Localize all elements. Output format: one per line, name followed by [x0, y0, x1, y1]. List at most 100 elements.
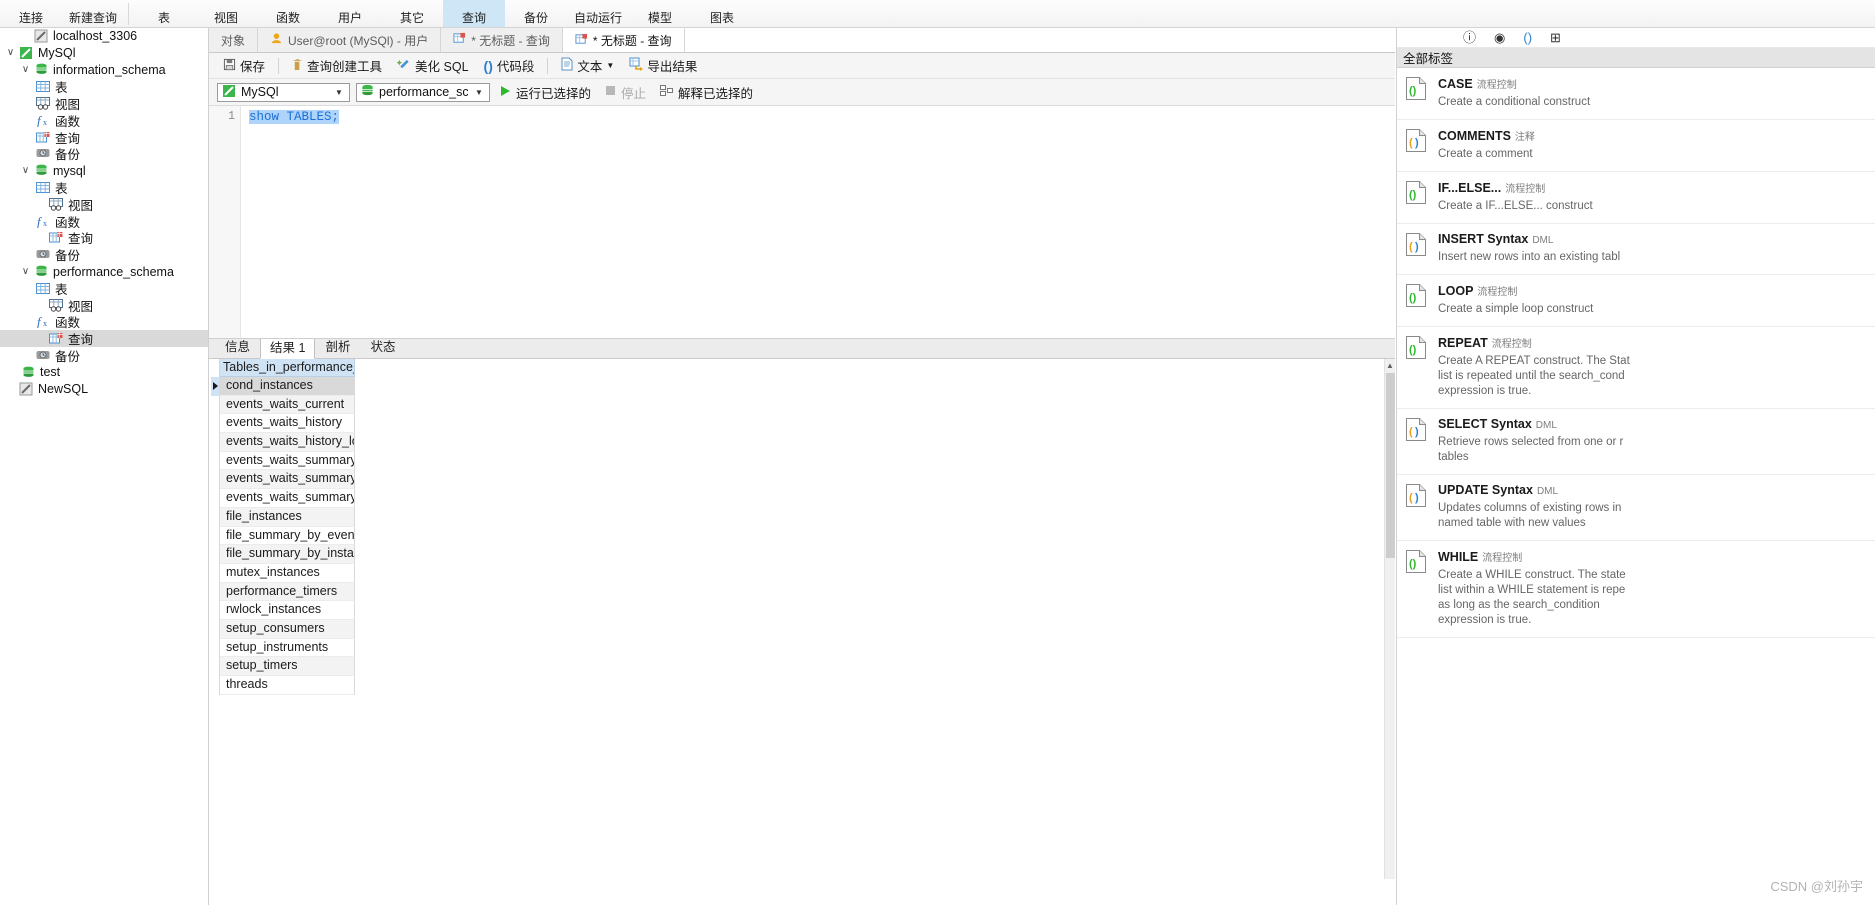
table-cell[interactable]: events_waits_current	[220, 395, 355, 415]
table-cell[interactable]: setup_instruments	[220, 638, 355, 658]
ribbon-item-model[interactable]: 模型	[629, 0, 691, 27]
tree-item[interactable]: 备份	[0, 246, 208, 263]
tree-item[interactable]: 查询	[0, 230, 208, 246]
table-row[interactable]: events_waits_history_long	[211, 433, 1387, 452]
tree-item[interactable]: f x 函数	[0, 314, 208, 330]
connection-select[interactable]: MySQl ▼	[217, 82, 350, 102]
ribbon-item-function[interactable]: f(x) 函数	[257, 0, 319, 27]
tab-untitled-query-2[interactable]: * 无标题 - 查询	[562, 28, 685, 52]
result-grid[interactable]: Tables_in_performance_sc cond_instancese…	[209, 359, 1395, 879]
tree-item[interactable]: 视图	[0, 95, 208, 112]
sql-editor[interactable]: 1 show TABLES;	[209, 106, 1395, 339]
table-cell[interactable]: performance_timers	[220, 582, 355, 602]
table-row[interactable]: events_waits_summary_by	[211, 470, 1387, 490]
snippet-item[interactable]: () IF...ELSE... 流程控制 Create a IF...ELSE... …	[1397, 172, 1875, 224]
table-cell[interactable]: file_instances	[220, 507, 355, 527]
ribbon-item-new-query[interactable]: 新建查询	[62, 0, 124, 27]
sql-code[interactable]: show TABLES;	[249, 110, 340, 124]
tree-collapse-icon[interactable]	[4, 48, 17, 58]
table-cell[interactable]: events_waits_summary_by	[220, 451, 355, 471]
tab-objects[interactable]: 对象	[209, 28, 259, 52]
beautify-sql-button[interactable]: 美化 SQL	[391, 54, 475, 77]
tab-user-root[interactable]: User@root (MySQl) - 用户	[258, 28, 442, 52]
table-cell[interactable]: file_summary_by_instance	[220, 545, 355, 564]
info-icon[interactable]: ⓘ	[1463, 31, 1476, 44]
ribbon-item-user[interactable]: 用户	[319, 0, 381, 27]
tree-item[interactable]: f x 函数	[0, 112, 208, 129]
scrollbar-thumb[interactable]	[1386, 373, 1395, 558]
table-cell[interactable]: file_summary_by_event_na	[220, 526, 355, 546]
database-select[interactable]: performance_schem ▼	[356, 82, 490, 102]
table-row[interactable]: setup_consumers	[211, 619, 1387, 639]
table-row[interactable]: events_waits_current	[211, 395, 1387, 415]
table-row[interactable]: setup_instruments	[211, 638, 1387, 658]
table-row[interactable]: threads	[211, 676, 1387, 695]
tree-item[interactable]: test	[0, 364, 208, 381]
snippet-item[interactable]: () CASE 流程控制 Create a conditional construct	[1397, 68, 1875, 120]
tree-item[interactable]: 表	[0, 179, 208, 196]
ribbon-item-table[interactable]: 表	[133, 0, 195, 27]
tree-item[interactable]: 备份	[0, 146, 208, 162]
code-snippet-button[interactable]: () 代码段	[478, 54, 541, 77]
eye-icon[interactable]: ◉	[1494, 31, 1505, 44]
table-cell[interactable]: cond_instances	[220, 377, 355, 396]
tree-collapse-icon[interactable]	[19, 166, 32, 176]
table-row[interactable]: events_waits_history	[211, 414, 1387, 434]
table-row[interactable]: events_waits_summary_glc	[211, 489, 1387, 508]
snippet-item[interactable]: () WHILE 流程控制 Create a WHILE construct. The…	[1397, 541, 1875, 638]
run-selected-button[interactable]: 运行已选择的	[496, 83, 595, 102]
snippet-item[interactable]: () INSERT Syntax DML Insert new rows into a…	[1397, 224, 1875, 275]
result-scrollbar[interactable]: ▲	[1384, 359, 1395, 879]
snippets-filter-header[interactable]: 全部标签	[1397, 48, 1875, 68]
table-cell[interactable]: setup_timers	[220, 657, 355, 676]
tree-item[interactable]: 备份	[0, 347, 208, 364]
table-row[interactable]: file_instances	[211, 507, 1387, 527]
table-cell[interactable]: mutex_instances	[220, 563, 355, 583]
tab-untitled-query-1[interactable]: * 无标题 - 查询	[441, 28, 563, 52]
table-row[interactable]: rwlock_instances	[211, 601, 1387, 620]
ribbon-item-autorun[interactable]: 自动运行	[567, 0, 629, 27]
table-row[interactable]: mutex_instances	[211, 563, 1387, 583]
snippet-item[interactable]: () UPDATE Syntax DML Updates columns of exi…	[1397, 475, 1875, 541]
connection-tree[interactable]: localhost_3306MySQlinformation_schema表视图…	[0, 28, 209, 905]
table-cell[interactable]: events_waits_summary_by	[220, 470, 355, 490]
chevron-down-icon[interactable]: ▼	[333, 88, 345, 97]
tree-item[interactable]: information_schema	[0, 62, 208, 79]
save-button[interactable]: 保存	[217, 54, 271, 77]
tree-item[interactable]: performance_schema	[0, 263, 208, 280]
snippet-item[interactable]: () SELECT Syntax DML Retrieve rows selected…	[1397, 409, 1875, 475]
tree-collapse-icon[interactable]	[19, 267, 32, 277]
stop-button[interactable]: 停止	[601, 83, 650, 102]
table-cell[interactable]: events_waits_history_long	[220, 433, 355, 452]
snippet-item[interactable]: () LOOP 流程控制 Create a simple loop construct	[1397, 275, 1875, 327]
tree-item[interactable]: MySQl	[0, 45, 208, 62]
table-cell[interactable]: rwlock_instances	[220, 601, 355, 620]
tree-item[interactable]: 表	[0, 280, 208, 297]
tree-item[interactable]: 查询	[0, 129, 208, 146]
table-row[interactable]: file_summary_by_event_na	[211, 526, 1387, 546]
chevron-down-icon[interactable]: ▼	[473, 88, 485, 97]
query-builder-button[interactable]: 查询创建工具	[286, 54, 388, 77]
tree-item[interactable]: 视图	[0, 196, 208, 213]
tree-item[interactable]: mysql	[0, 162, 208, 179]
table-row[interactable]: setup_timers	[211, 657, 1387, 676]
tree-collapse-icon[interactable]	[19, 65, 32, 75]
tree-item[interactable]: 表	[0, 78, 208, 95]
tree-item[interactable]: localhost_3306	[0, 28, 208, 45]
table-row[interactable]: cond_instances	[211, 377, 1387, 396]
table-cell[interactable]: events_waits_summary_glc	[220, 489, 355, 508]
export-result-button[interactable]: 导出结果	[623, 54, 703, 77]
table-row[interactable]: file_summary_by_instance	[211, 545, 1387, 564]
tree-item[interactable]: NewSQL	[0, 381, 208, 398]
table-cell[interactable]: threads	[220, 676, 355, 695]
snippet-item[interactable]: () COMMENTS 注释 Create a comment	[1397, 120, 1875, 172]
snippet-item[interactable]: () REPEAT 流程控制 Create A REPEAT construct. T…	[1397, 327, 1875, 409]
ribbon-item-backup[interactable]: 备份	[505, 0, 567, 27]
code-snippet-icon[interactable]: ()	[1523, 31, 1532, 44]
chevron-down-icon[interactable]: ▼	[606, 61, 614, 70]
ribbon-item-view[interactable]: 视图	[195, 0, 257, 27]
tree-item[interactable]: f x 函数	[0, 213, 208, 230]
table-cell[interactable]: events_waits_history	[220, 414, 355, 434]
table-cell[interactable]: setup_consumers	[220, 619, 355, 639]
explain-selected-button[interactable]: 解释已选择的	[656, 83, 757, 102]
